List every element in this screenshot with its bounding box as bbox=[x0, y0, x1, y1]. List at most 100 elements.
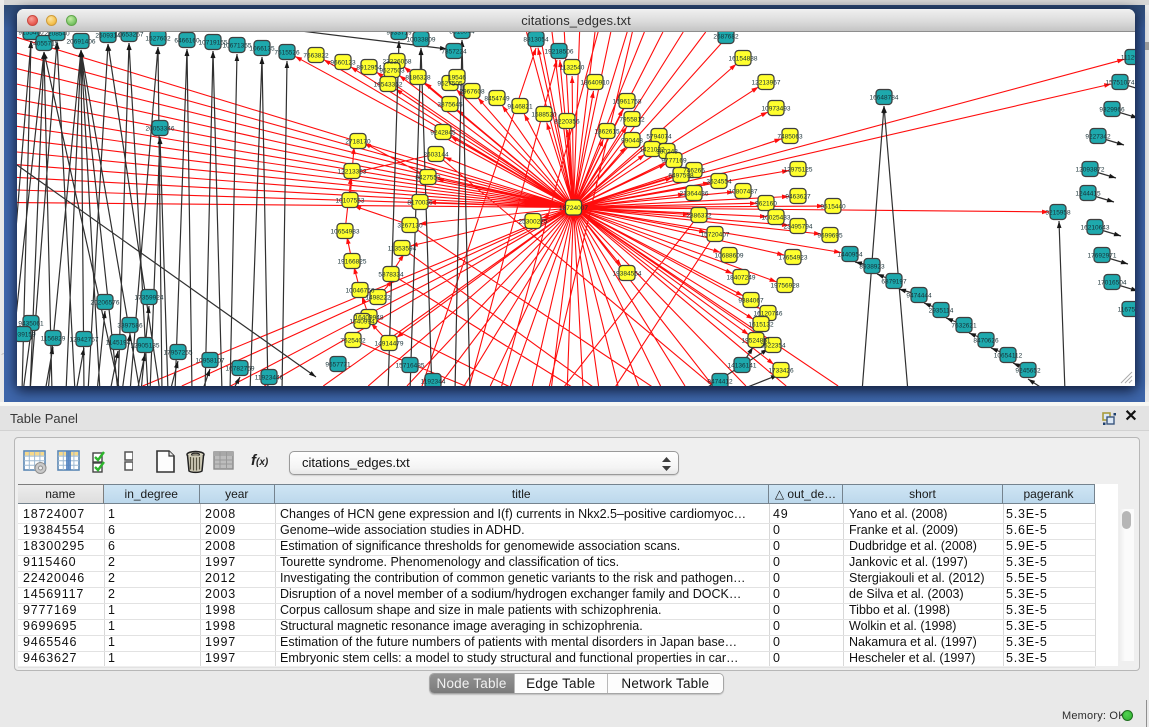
svg-text:9227342: 9227342 bbox=[1085, 134, 1111, 141]
svg-text:16543362: 16543362 bbox=[374, 82, 403, 89]
svg-text:10671355: 10671355 bbox=[223, 43, 252, 50]
svg-text:17359924: 17359924 bbox=[135, 295, 164, 302]
svg-text:9657771: 9657771 bbox=[325, 362, 351, 369]
svg-text:14136141: 14136141 bbox=[728, 363, 757, 370]
svg-text:8186328: 8186328 bbox=[405, 75, 431, 82]
svg-text:19546: 19546 bbox=[448, 75, 466, 82]
svg-text:1145194: 1145194 bbox=[106, 340, 131, 347]
svg-text:2967608: 2967608 bbox=[459, 89, 485, 96]
svg-text:2208540: 2208540 bbox=[44, 32, 70, 38]
svg-text:6466160: 6466160 bbox=[174, 38, 200, 45]
svg-text:8220356: 8220356 bbox=[554, 119, 580, 126]
svg-text:12213363: 12213363 bbox=[338, 169, 367, 176]
svg-text:3215958: 3215958 bbox=[1045, 210, 1071, 217]
svg-text:2386372: 2386372 bbox=[686, 213, 712, 220]
svg-text:9527505: 9527505 bbox=[437, 81, 463, 88]
svg-text:1615132: 1615132 bbox=[748, 322, 774, 329]
svg-text:1640994: 1640994 bbox=[349, 319, 375, 326]
svg-text:3267130: 3267130 bbox=[397, 223, 423, 230]
svg-text:6879197: 6879197 bbox=[881, 279, 907, 286]
svg-text:2522354: 2522354 bbox=[760, 343, 786, 350]
svg-text:2687682: 2687682 bbox=[713, 34, 739, 41]
svg-text:9777169: 9777169 bbox=[661, 158, 687, 165]
svg-text:8813054: 8813054 bbox=[523, 37, 549, 44]
svg-text:16120746: 16120746 bbox=[754, 311, 783, 318]
svg-text:19756928: 19756928 bbox=[771, 283, 800, 290]
svg-text:962160: 962160 bbox=[755, 201, 777, 208]
svg-text:9463627: 9463627 bbox=[785, 194, 811, 201]
svg-text:10973493: 10973493 bbox=[762, 106, 791, 113]
svg-text:9435061: 9435061 bbox=[18, 321, 44, 328]
svg-text:2935114: 2935114 bbox=[929, 308, 954, 315]
svg-text:12093872: 12093872 bbox=[1076, 167, 1105, 174]
svg-text:7632621: 7632621 bbox=[951, 323, 977, 330]
svg-text:23226058: 23226058 bbox=[383, 59, 412, 66]
svg-text:15716485: 15716485 bbox=[396, 363, 425, 370]
svg-text:15751074: 15751074 bbox=[1106, 80, 1135, 87]
svg-text:8170036: 8170036 bbox=[407, 200, 433, 207]
svg-text:2718170: 2718170 bbox=[345, 139, 371, 146]
svg-text:19218506: 19218506 bbox=[545, 49, 574, 56]
svg-text:1498222: 1498222 bbox=[365, 295, 391, 302]
svg-text:21364436: 21364436 bbox=[680, 191, 709, 198]
svg-text:1440954: 1440954 bbox=[837, 252, 863, 259]
svg-text:9474444: 9474444 bbox=[906, 293, 932, 300]
svg-text:7663822: 7663822 bbox=[303, 53, 329, 60]
svg-text:10033809: 10033809 bbox=[407, 37, 436, 44]
svg-text:10807487: 10807487 bbox=[729, 189, 758, 196]
svg-text:1588520: 1588520 bbox=[531, 112, 557, 119]
svg-text:18407249: 18407249 bbox=[727, 275, 756, 282]
svg-text:10025433: 10025433 bbox=[762, 215, 791, 222]
svg-text:1167533: 1167533 bbox=[1118, 307, 1135, 314]
svg-text:8470626: 8470626 bbox=[973, 338, 999, 345]
svg-text:8427552: 8427552 bbox=[415, 175, 441, 182]
svg-text:7485063: 7485063 bbox=[777, 134, 803, 141]
svg-text:16154838: 16154838 bbox=[729, 56, 758, 63]
svg-text:16210643: 16210643 bbox=[1081, 225, 1110, 232]
svg-text:10654112: 10654112 bbox=[994, 353, 1023, 360]
svg-text:11353594: 11353594 bbox=[388, 246, 417, 253]
svg-text:26053346: 26053346 bbox=[146, 126, 175, 133]
svg-text:1362615: 1362615 bbox=[594, 129, 620, 136]
svg-text:10688609: 10688609 bbox=[715, 253, 744, 260]
svg-text:9515440: 9515440 bbox=[820, 204, 846, 211]
svg-text:5878334: 5878334 bbox=[378, 272, 404, 279]
svg-text:17654923: 17654923 bbox=[779, 255, 808, 262]
svg-text:3624554: 3624554 bbox=[706, 179, 732, 186]
svg-text:20691406: 20691406 bbox=[67, 39, 96, 46]
svg-text:18640910: 18640910 bbox=[581, 80, 610, 87]
svg-text:9660123: 9660123 bbox=[330, 60, 356, 67]
svg-text:9384067: 9384067 bbox=[738, 298, 764, 305]
svg-text:11923446: 11923446 bbox=[255, 375, 284, 382]
svg-text:12905135: 12905135 bbox=[131, 343, 160, 350]
svg-text:10046766: 10046766 bbox=[346, 288, 375, 295]
svg-text:9329966: 9329966 bbox=[1099, 107, 1125, 114]
svg-text:980243: 980243 bbox=[656, 149, 678, 156]
svg-text:8912954: 8912954 bbox=[356, 65, 382, 72]
svg-text:12942757: 12942757 bbox=[70, 337, 99, 344]
svg-text:3397586: 3397586 bbox=[117, 323, 143, 330]
svg-text:19384554: 19384554 bbox=[613, 271, 642, 278]
svg-text:1192344: 1192344 bbox=[421, 379, 446, 386]
svg-text:7625402: 7625402 bbox=[340, 338, 366, 345]
svg-text:10958107: 10958107 bbox=[196, 358, 225, 365]
svg-text:10107553: 10107553 bbox=[336, 198, 365, 205]
svg-text:1244415: 1244415 bbox=[1075, 191, 1101, 198]
svg-text:1156829: 1156829 bbox=[41, 336, 66, 343]
svg-text:9699695: 9699695 bbox=[817, 233, 843, 240]
svg-text:16782759: 16782759 bbox=[226, 366, 255, 373]
svg-text:23495794: 23495794 bbox=[784, 224, 813, 231]
svg-text:6497598: 6497598 bbox=[668, 173, 694, 180]
svg-text:9242845: 9242845 bbox=[430, 130, 456, 137]
svg-text:9245652: 9245652 bbox=[1015, 368, 1041, 375]
svg-text:20206576: 20206576 bbox=[91, 300, 120, 307]
svg-text:1527602: 1527602 bbox=[145, 36, 171, 43]
svg-text:2603144: 2603144 bbox=[423, 152, 449, 159]
svg-text:25300275: 25300275 bbox=[519, 219, 548, 226]
svg-text:9155460: 9155460 bbox=[18, 32, 44, 37]
svg-text:9527503: 9527503 bbox=[379, 68, 405, 75]
svg-text:8813044: 8813044 bbox=[449, 32, 475, 36]
svg-text:1939159: 1939159 bbox=[17, 332, 36, 339]
svg-text:7955812: 7955812 bbox=[619, 117, 645, 124]
svg-text:16961758: 16961758 bbox=[613, 99, 642, 106]
